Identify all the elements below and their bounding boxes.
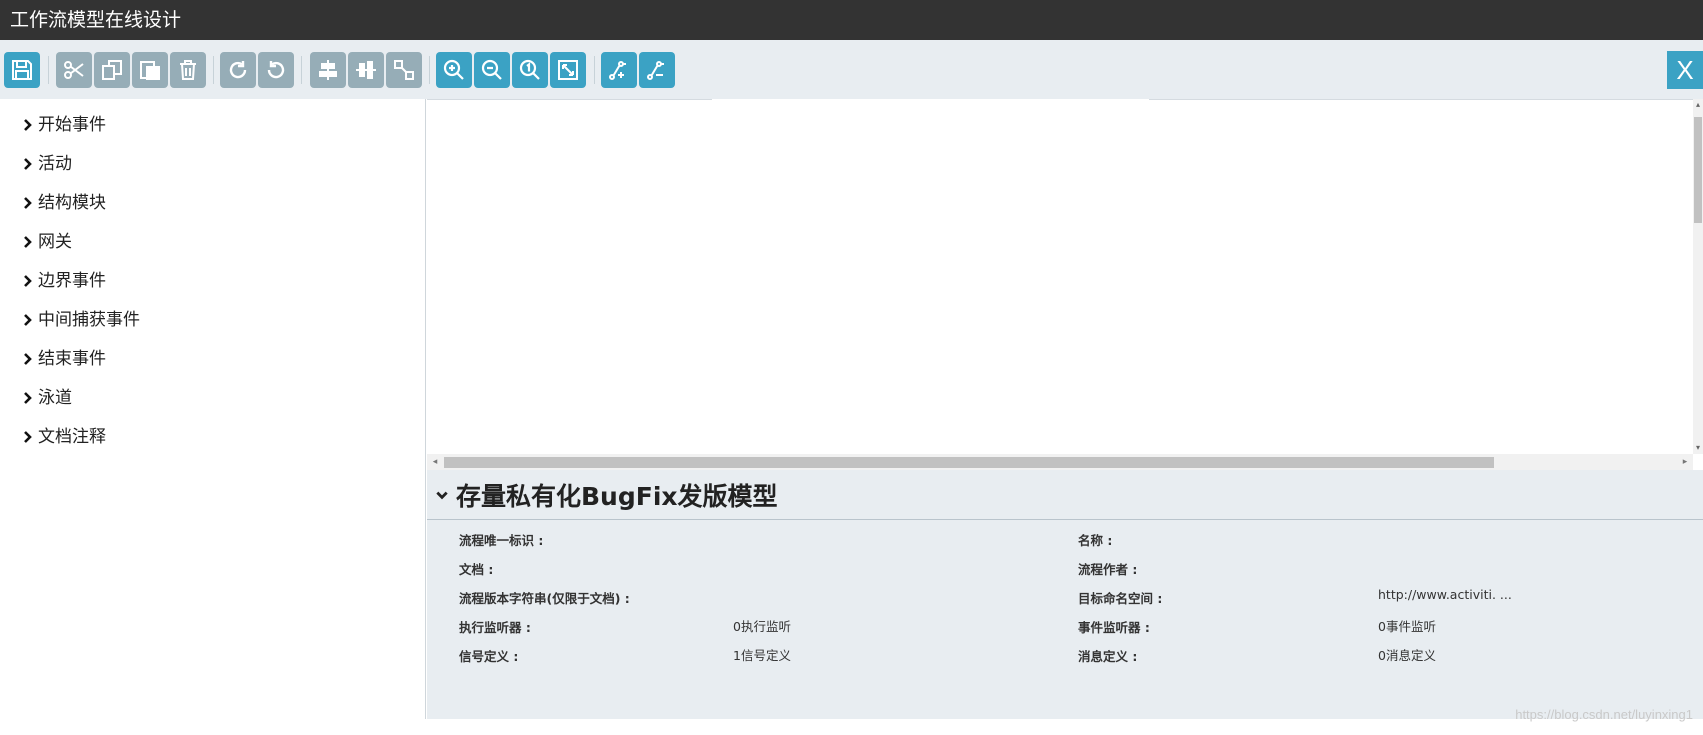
palette-group[interactable]: 网关 [0,229,425,268]
chevron-right-icon [20,190,36,216]
same-size-icon [394,60,414,80]
chevron-right-icon [20,112,36,138]
canvas-vertical-scrollbar[interactable]: ▴ ▾ [1693,99,1703,454]
chevron-down-icon[interactable] [435,488,449,502]
watermark: https://blog.csdn.net/luyinxing1 [1515,707,1693,722]
scroll-left-icon[interactable]: ◂ [430,457,440,467]
property-value[interactable]: 0事件监听 [1378,616,1436,635]
palette-group-label: 文档注释 [38,427,106,447]
property-label: 流程版本字符串(仅限于文档) : [459,591,630,606]
align-horizontal-button[interactable] [310,52,346,88]
toolbar-separator [301,56,302,84]
palette-group[interactable]: 开始事件 [0,112,425,151]
add-bendpoint-icon [609,61,626,80]
property-label: 消息定义 : [1078,649,1138,664]
same-size-button[interactable] [386,52,422,88]
paste-icon [140,61,160,80]
horizontal-scroll-thumb[interactable] [444,457,1494,468]
zoom-in-button[interactable] [436,52,472,88]
scroll-up-icon[interactable]: ▴ [1694,101,1702,109]
properties-header[interactable]: 存量私有化BugFix发版模型 [427,470,1703,520]
palette-group-label: 泳道 [38,388,72,408]
undo-icon [267,61,285,79]
copy-button[interactable] [94,52,130,88]
palette-group-label: 边界事件 [38,271,106,291]
canvas-border-gap [712,99,1149,100]
property-label: 文档 : [459,562,494,577]
remove-bendpoint-button[interactable] [639,52,675,88]
process-title: 存量私有化BugFix发版模型 [456,481,778,511]
properties-panel: 存量私有化BugFix发版模型 流程唯一标识 : 名称 : 文档 : 流程作者 : 流程… [427,470,1703,719]
redo-icon [229,61,247,79]
property-label: 名称 : [1078,533,1113,548]
toolbar-separator [594,56,595,84]
save-button[interactable] [4,52,40,88]
property-label: 目标命名空间 : [1078,591,1163,606]
close-button[interactable]: X [1667,51,1703,89]
palette-group[interactable]: 结束事件 [0,346,425,385]
chevron-right-icon [20,307,36,333]
property-label: 流程作者 : [1078,562,1138,577]
property-value[interactable]: 0执行监听 [733,616,791,635]
zoom-actual-icon [519,59,540,80]
toolbar [0,40,1703,99]
delete-button[interactable] [170,52,206,88]
palette-group-label: 开始事件 [38,115,106,135]
remove-bendpoint-icon [647,61,664,80]
palette-group-label: 活动 [38,154,72,174]
property-label: 执行监听器 : [459,620,531,635]
undo-button[interactable] [258,52,294,88]
toolbar-separator [48,56,49,84]
zoom-in-icon [443,59,464,80]
zoom-out-icon [481,59,502,80]
redo-button[interactable] [220,52,256,88]
property-value[interactable]: 1信号定义 [733,645,791,664]
zoom-actual-button[interactable] [512,52,548,88]
palette-group[interactable]: 活动 [0,151,425,190]
zoom-fit-icon [558,60,578,80]
add-bendpoint-button[interactable] [601,52,637,88]
palette-group[interactable]: 泳道 [0,385,425,424]
canvas-horizontal-scrollbar[interactable]: ◂ ▸ [427,454,1693,470]
zoom-fit-button[interactable] [550,52,586,88]
chevron-right-icon [20,151,36,177]
zoom-out-button[interactable] [474,52,510,88]
cut-button[interactable] [56,52,92,88]
window-title: 工作流模型在线设计 [0,0,1703,40]
property-value[interactable]: 0消息定义 [1378,645,1436,664]
paste-button[interactable] [132,52,168,88]
palette-group[interactable]: 结构模块 [0,190,425,229]
chevron-right-icon [20,385,36,411]
align-vertical-button[interactable] [348,52,384,88]
toolbar-separator [429,56,430,84]
scroll-down-icon[interactable]: ▾ [1694,444,1702,452]
palette-group-label: 结束事件 [38,349,106,369]
palette-group-label: 结构模块 [38,193,106,213]
align-horizontal-icon [319,60,337,80]
chevron-right-icon [20,346,36,372]
cut-icon [64,61,84,79]
scroll-right-icon[interactable]: ▸ [1680,457,1690,467]
palette-group[interactable]: 边界事件 [0,268,425,307]
palette-group[interactable]: 中间捕获事件 [0,307,425,346]
copy-icon [102,60,122,80]
delete-icon [180,60,196,80]
property-label: 信号定义 : [459,649,519,664]
align-vertical-icon [356,61,376,79]
chevron-right-icon [20,229,36,255]
property-value[interactable]: http://www.activiti. ... [1378,587,1512,602]
chevron-right-icon [20,424,36,450]
save-icon [12,60,32,80]
vertical-scroll-thumb[interactable] [1694,117,1702,223]
palette-group-label: 中间捕获事件 [38,310,140,330]
toolbar-separator [213,56,214,84]
diagram-canvas[interactable] [427,99,1693,454]
chevron-right-icon [20,268,36,294]
property-label: 事件监听器 : [1078,620,1150,635]
palette-group-label: 网关 [38,232,72,252]
palette-group[interactable]: 文档注释 [0,424,425,463]
shape-palette: 开始事件活动结构模块网关边界事件中间捕获事件 结束事件泳道文档注释 [0,99,426,719]
property-label: 流程唯一标识 : [459,533,544,548]
